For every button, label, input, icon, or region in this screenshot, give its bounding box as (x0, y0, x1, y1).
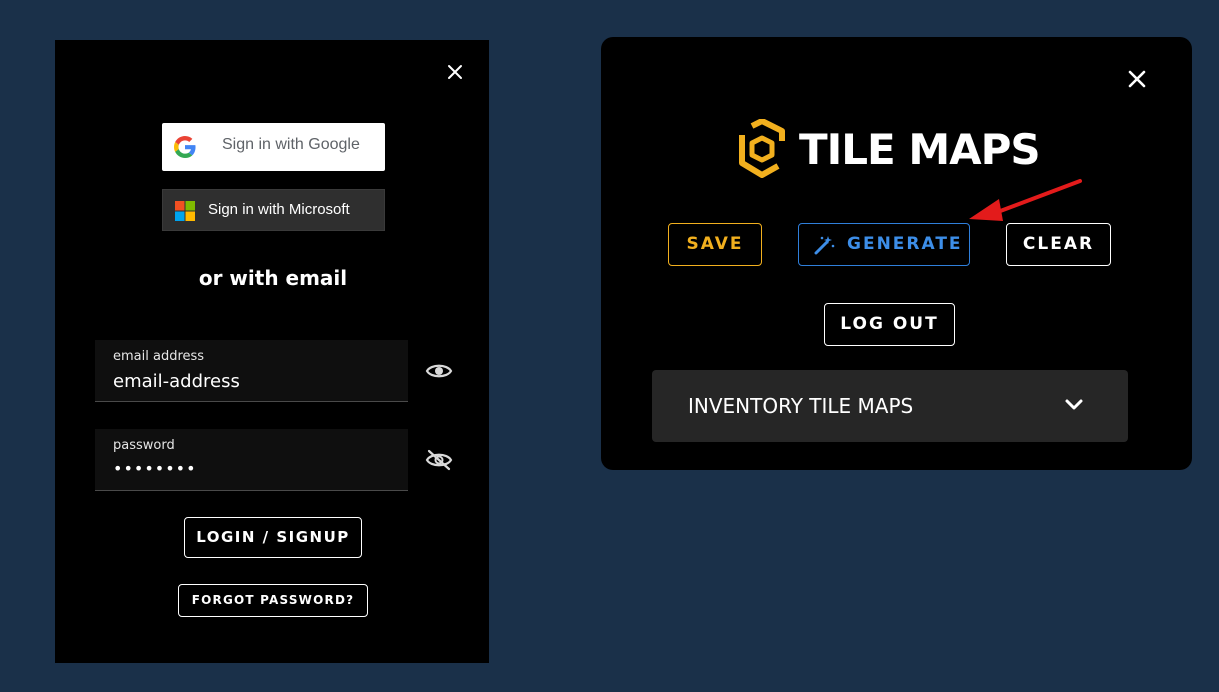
generate-label: GENERATE (847, 234, 963, 254)
microsoft-signin-label: Sign in with Microsoft (208, 201, 350, 218)
clear-button[interactable]: CLEAR (1006, 223, 1111, 266)
eye-off-icon[interactable] (425, 449, 453, 471)
google-signin-label: Sign in with Google (222, 136, 360, 153)
microsoft-icon (175, 201, 195, 221)
red-arrow-annotation (969, 179, 1082, 221)
inventory-label: INVENTORY TILE MAPS (688, 394, 914, 418)
email-input[interactable]: email-address (113, 371, 240, 392)
app-title: TILE MAPS (799, 125, 1041, 174)
logo-icon (739, 119, 785, 178)
microsoft-signin-button[interactable]: Sign in with Microsoft (162, 189, 385, 231)
forgot-password-button[interactable]: FORGOT PASSWORD? (178, 584, 368, 617)
save-button[interactable]: SAVE (668, 223, 762, 266)
inventory-dropdown[interactable]: INVENTORY TILE MAPS (652, 370, 1128, 442)
magic-wand-icon (814, 236, 835, 255)
tile-maps-dialog: TILE MAPS SAVE GENERATE CLEAR LOG OUT IN… (601, 37, 1192, 470)
email-divider-text: or with email (198, 266, 348, 290)
email-label: email address (113, 349, 205, 364)
google-icon (174, 136, 196, 158)
login-signup-button[interactable]: LOGIN / SIGNUP (184, 517, 362, 558)
google-signin-button[interactable]: Sign in with Google (162, 123, 385, 171)
close-icon[interactable] (1128, 70, 1146, 88)
chevron-down-icon (1065, 399, 1083, 410)
login-dialog: Sign in with Google Sign in with Microso… (55, 40, 489, 663)
password-field[interactable]: password •••••••• (95, 429, 408, 491)
eye-icon[interactable] (425, 360, 453, 382)
password-input[interactable]: •••••••• (113, 459, 197, 478)
email-field[interactable]: email address email-address (95, 340, 408, 402)
logout-button[interactable]: LOG OUT (824, 303, 955, 346)
generate-button[interactable]: GENERATE (798, 223, 970, 266)
close-icon[interactable] (447, 64, 463, 80)
password-label: password (113, 438, 175, 453)
